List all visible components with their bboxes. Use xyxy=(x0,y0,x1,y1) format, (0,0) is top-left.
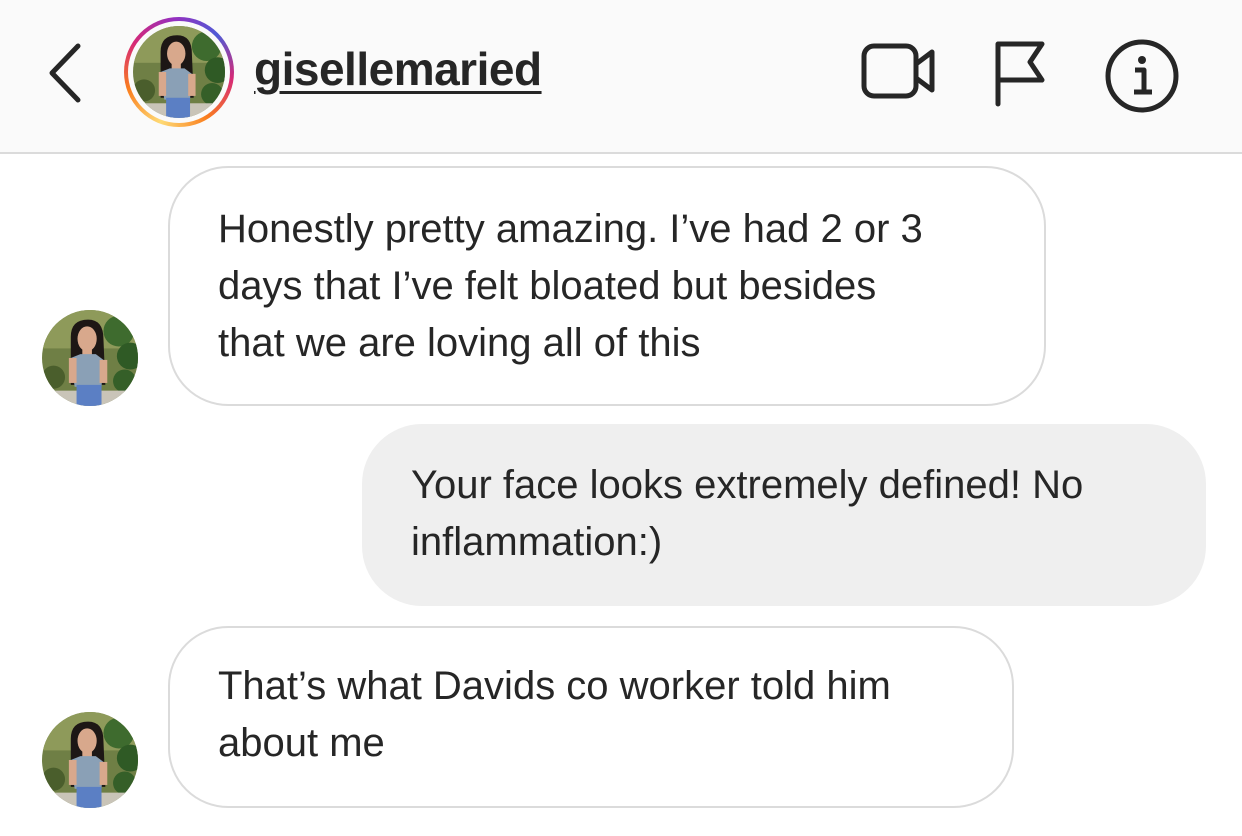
chevron-left-icon xyxy=(49,43,81,103)
avatar xyxy=(133,26,225,118)
message-line: Your face looks extremely defined! No xyxy=(411,463,1084,507)
avatar[interactable] xyxy=(42,310,138,406)
avatar[interactable] xyxy=(42,712,138,808)
info-button[interactable] xyxy=(1104,38,1180,114)
story-ring[interactable] xyxy=(124,17,234,127)
message-line: inflammation:) xyxy=(411,520,663,564)
message-line: that we are loving all of this xyxy=(218,321,701,365)
video-camera-icon xyxy=(861,43,935,99)
report-button[interactable] xyxy=(992,38,1048,108)
username-link[interactable]: gisellemaried xyxy=(254,42,542,96)
sent-message[interactable]: Your face looks extremely defined! No in… xyxy=(362,424,1206,606)
message-line: about me xyxy=(218,721,385,765)
message-line: Honestly pretty amazing. I’ve had 2 or 3 xyxy=(218,207,923,251)
video-call-button[interactable] xyxy=(860,38,940,104)
chat-header: gisellemaried xyxy=(0,0,1242,154)
received-message[interactable]: Honestly pretty amazing. I’ve had 2 or 3… xyxy=(168,166,1046,406)
message-line: days that I’ve felt bloated but besides xyxy=(218,264,877,308)
info-icon xyxy=(1105,39,1179,113)
back-button[interactable] xyxy=(40,40,90,106)
flag-icon xyxy=(995,41,1045,107)
received-message[interactable]: That’s what Davids co worker told him ab… xyxy=(168,626,1014,808)
message-line: That’s what Davids co worker told him xyxy=(218,664,891,708)
